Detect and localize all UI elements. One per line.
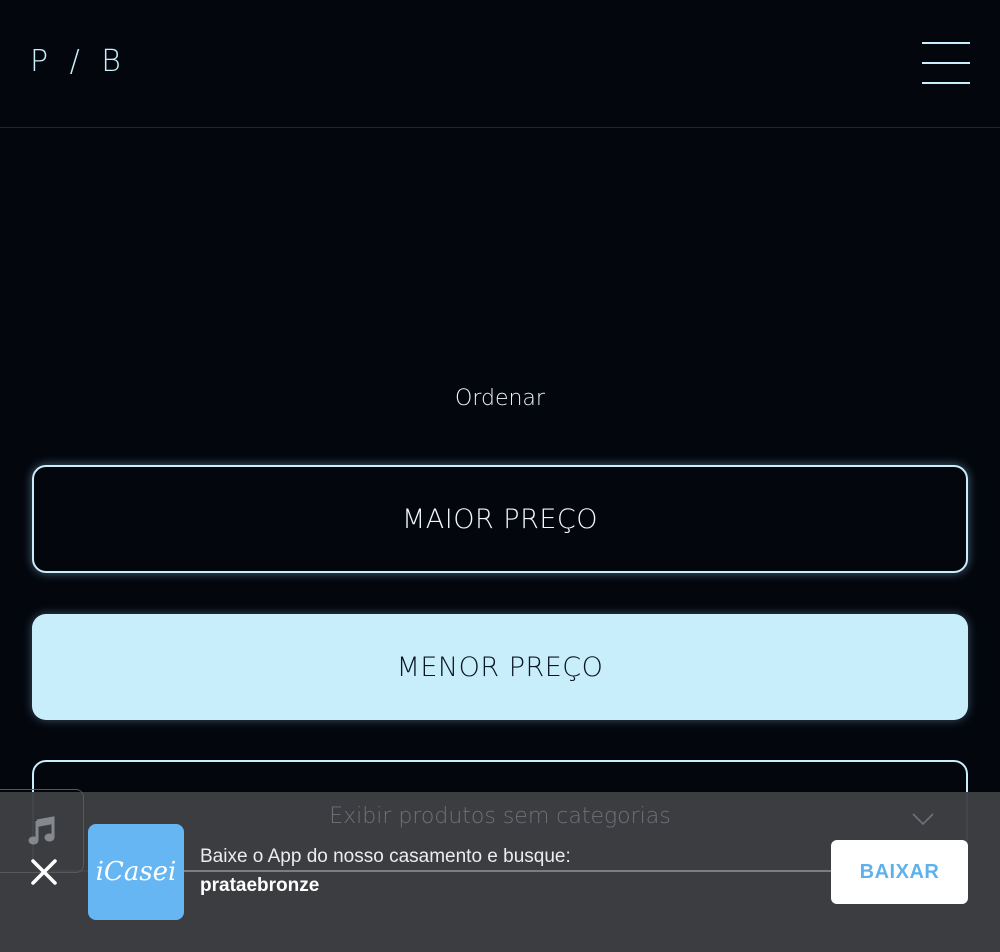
- hamburger-menu-icon[interactable]: [922, 42, 970, 84]
- banner-event-name: prataebronze: [200, 875, 320, 896]
- page: P / B Ordenar MAIOR PREÇO MENOR PREÇO Ex…: [0, 0, 1000, 952]
- sort-option-lowest-price[interactable]: MENOR PREÇO: [32, 614, 968, 720]
- chevron-down-icon: [912, 813, 934, 826]
- download-button[interactable]: BAIXAR: [831, 840, 968, 904]
- sort-heading: Ordenar: [455, 386, 545, 411]
- music-note-icon: [28, 816, 54, 845]
- menu-bar: [922, 42, 970, 44]
- sort-option-highest-price[interactable]: MAIOR PREÇO: [32, 465, 968, 573]
- site-logo[interactable]: P / B: [30, 44, 127, 79]
- menu-bar: [922, 82, 970, 84]
- site-header: P / B: [0, 0, 1000, 128]
- close-icon[interactable]: [28, 856, 60, 888]
- menu-bar: [922, 62, 970, 64]
- icasei-app-logo: iCasei: [88, 824, 184, 920]
- banner-message: Baixe o App do nosso casamento e busque:: [200, 846, 571, 867]
